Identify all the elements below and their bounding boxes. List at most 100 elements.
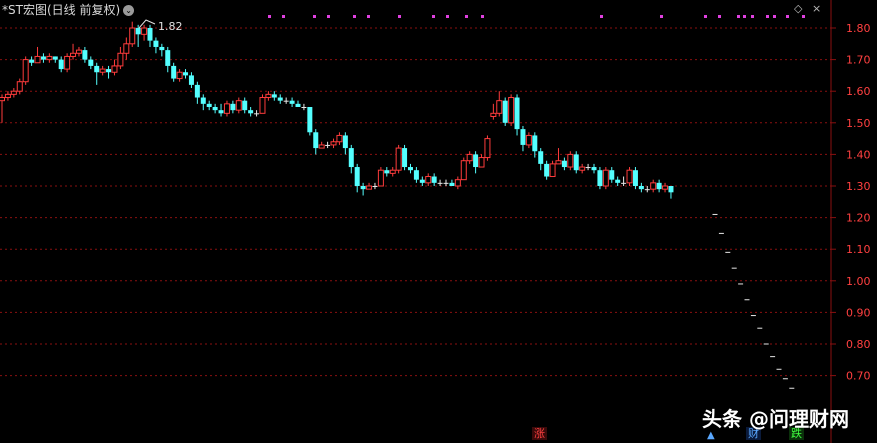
event-markers[interactable] bbox=[268, 15, 805, 18]
candle[interactable] bbox=[342, 132, 348, 155]
candle[interactable] bbox=[171, 62, 177, 82]
candle[interactable] bbox=[626, 167, 633, 186]
candle[interactable] bbox=[609, 167, 615, 183]
candle[interactable] bbox=[99, 65, 106, 76]
candle[interactable] bbox=[638, 182, 644, 193]
candle[interactable] bbox=[520, 125, 526, 152]
candle[interactable] bbox=[271, 91, 277, 101]
diamond-icon[interactable]: ◇ bbox=[794, 2, 802, 15]
candle[interactable] bbox=[544, 160, 550, 180]
candle[interactable] bbox=[265, 91, 272, 101]
candle[interactable] bbox=[88, 56, 94, 70]
candle[interactable] bbox=[325, 141, 331, 149]
candle[interactable] bbox=[147, 24, 153, 47]
candle[interactable] bbox=[29, 56, 35, 66]
candle[interactable] bbox=[567, 151, 574, 171]
candle[interactable] bbox=[395, 144, 402, 174]
candle[interactable] bbox=[579, 163, 586, 174]
candle[interactable] bbox=[402, 144, 408, 171]
candle[interactable] bbox=[64, 53, 71, 73]
candle[interactable] bbox=[212, 103, 218, 114]
candle[interactable] bbox=[561, 157, 567, 171]
chevron-down-icon[interactable]: ⌄ bbox=[123, 5, 135, 16]
candle[interactable] bbox=[230, 100, 236, 114]
candle[interactable] bbox=[223, 100, 230, 117]
limit-up-marker[interactable]: 涨 bbox=[532, 427, 547, 440]
candle[interactable] bbox=[632, 167, 638, 190]
candle[interactable] bbox=[4, 91, 11, 101]
candles[interactable] bbox=[0, 21, 674, 199]
candle[interactable] bbox=[496, 91, 503, 117]
candle[interactable] bbox=[46, 53, 53, 63]
candle[interactable] bbox=[644, 186, 650, 193]
candle[interactable] bbox=[490, 103, 497, 120]
candle[interactable] bbox=[200, 94, 206, 111]
candle[interactable] bbox=[277, 94, 283, 104]
candle[interactable] bbox=[123, 37, 130, 60]
candle[interactable] bbox=[40, 53, 46, 63]
candle[interactable] bbox=[454, 176, 461, 190]
candle[interactable] bbox=[662, 182, 669, 193]
candle[interactable] bbox=[437, 179, 443, 186]
candle[interactable] bbox=[16, 78, 23, 95]
candle[interactable] bbox=[318, 141, 325, 149]
stock-title[interactable]: *ST宏图(日线 前复权) ⌄ bbox=[2, 1, 135, 18]
candle[interactable] bbox=[206, 100, 212, 111]
candle[interactable] bbox=[460, 157, 467, 181]
candle[interactable] bbox=[621, 176, 627, 186]
candle[interactable] bbox=[34, 46, 41, 64]
candle[interactable] bbox=[514, 94, 520, 136]
candle[interactable] bbox=[295, 100, 301, 107]
candle[interactable] bbox=[330, 138, 337, 149]
candle[interactable] bbox=[360, 182, 366, 196]
candle[interactable] bbox=[117, 46, 124, 70]
candle[interactable] bbox=[372, 182, 378, 190]
candle[interactable] bbox=[555, 148, 562, 165]
candle[interactable] bbox=[194, 81, 200, 104]
candle[interactable] bbox=[525, 132, 532, 149]
candle[interactable] bbox=[183, 69, 189, 79]
candle[interactable] bbox=[413, 167, 419, 183]
candle[interactable] bbox=[70, 43, 77, 60]
candle[interactable] bbox=[22, 56, 29, 85]
candle[interactable] bbox=[106, 65, 112, 79]
candle[interactable] bbox=[52, 56, 58, 63]
candle[interactable] bbox=[313, 129, 319, 155]
candle[interactable] bbox=[484, 135, 491, 161]
candle[interactable] bbox=[283, 97, 289, 104]
candle[interactable] bbox=[585, 163, 591, 171]
candle[interactable] bbox=[656, 179, 662, 193]
candle[interactable] bbox=[389, 167, 396, 177]
candle[interactable] bbox=[473, 151, 479, 174]
candle[interactable] bbox=[573, 151, 579, 174]
candle[interactable] bbox=[354, 163, 360, 193]
candle[interactable] bbox=[443, 179, 449, 186]
candle[interactable] bbox=[502, 97, 508, 126]
candle[interactable] bbox=[254, 110, 260, 117]
candle[interactable] bbox=[384, 167, 390, 177]
candle[interactable] bbox=[218, 103, 224, 117]
candle[interactable] bbox=[248, 107, 254, 117]
candle[interactable] bbox=[508, 94, 515, 126]
candle[interactable] bbox=[176, 69, 183, 82]
candle[interactable] bbox=[188, 72, 194, 89]
candle[interactable] bbox=[153, 37, 159, 54]
candle[interactable] bbox=[377, 167, 384, 187]
candle[interactable] bbox=[301, 103, 307, 111]
candle[interactable] bbox=[165, 46, 171, 73]
candle[interactable] bbox=[289, 97, 295, 107]
candle[interactable] bbox=[419, 176, 425, 186]
candle[interactable] bbox=[602, 167, 609, 190]
candlestick-chart[interactable]: 1.80 1.70 1.60 1.50 1.40 1.30 1.20 1.10 1.00 0.90… bbox=[0, 0, 877, 443]
candle[interactable] bbox=[141, 24, 148, 41]
candle[interactable] bbox=[58, 56, 64, 73]
candle[interactable] bbox=[650, 179, 657, 193]
candle[interactable] bbox=[0, 94, 5, 123]
close-icon[interactable]: × bbox=[812, 2, 821, 15]
candle[interactable] bbox=[242, 97, 248, 114]
candle[interactable] bbox=[478, 154, 485, 168]
candle[interactable] bbox=[94, 62, 100, 85]
candle[interactable] bbox=[111, 59, 118, 76]
candle[interactable] bbox=[538, 148, 544, 171]
candle[interactable] bbox=[336, 132, 343, 145]
